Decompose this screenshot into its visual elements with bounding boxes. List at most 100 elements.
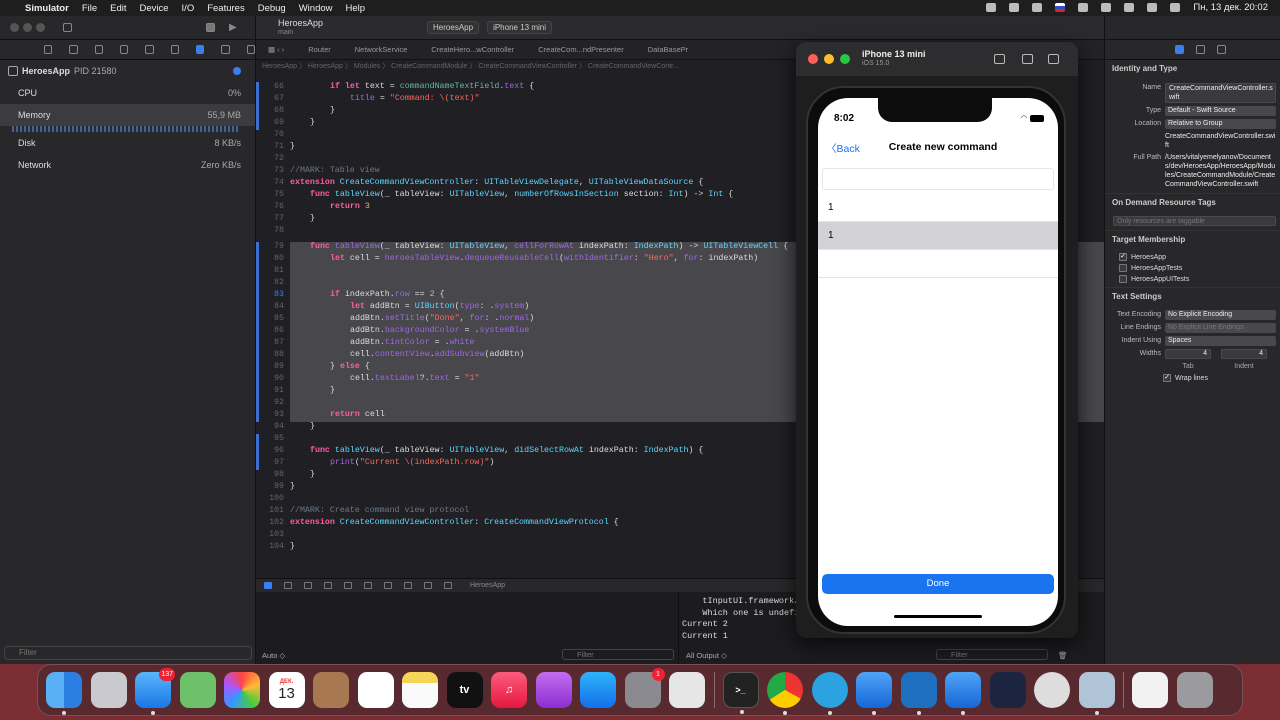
done-button[interactable]: Done — [822, 574, 1054, 594]
tab-network-service[interactable]: NetworkService — [343, 45, 420, 54]
home-icon[interactable] — [994, 54, 1005, 64]
status-sync-icon[interactable] — [1009, 3, 1020, 12]
indent-width-stepper[interactable]: 4 — [1221, 349, 1267, 359]
run-icon[interactable]: ▶ — [229, 22, 237, 33]
process-row[interactable]: HeroesApp PID 21580 — [0, 60, 255, 82]
zoom-button[interactable] — [840, 54, 850, 64]
maps-icon[interactable] — [179, 672, 216, 708]
table-row[interactable] — [818, 250, 1058, 278]
breakpoint-navigator-icon[interactable] — [221, 45, 230, 54]
close-window-button[interactable] — [10, 23, 19, 32]
checkbox-checked[interactable]: ✓ — [1163, 374, 1171, 382]
terminal-icon[interactable]: >_ — [722, 672, 759, 714]
stop-icon[interactable] — [206, 23, 215, 32]
trash-icon[interactable] — [1176, 672, 1213, 708]
search-icon[interactable] — [1124, 3, 1135, 12]
app-store-icon[interactable] — [580, 672, 616, 708]
menu-features[interactable]: Features — [207, 3, 245, 14]
document-icon[interactable] — [1132, 672, 1168, 708]
target-heroesappuitests[interactable]: HeroesAppUITests — [1119, 275, 1280, 283]
file-inspector-icon[interactable] — [1175, 45, 1184, 54]
xcode-icon[interactable] — [856, 672, 892, 715]
menu-io[interactable]: I/O — [182, 3, 195, 14]
destination-button[interactable]: iPhone 13 mini — [487, 21, 552, 34]
breakpoints-icon[interactable] — [284, 582, 292, 589]
preview-icon[interactable] — [1078, 672, 1115, 715]
gauge-disk[interactable]: Disk 8 KB/s — [0, 132, 255, 154]
target-heroesapptests[interactable]: HeroesAppTests — [1119, 264, 1280, 272]
xcode-beta-icon[interactable] — [945, 672, 981, 715]
wifi-icon[interactable] — [1101, 3, 1112, 12]
menu-file[interactable]: File — [82, 3, 97, 14]
debug-target[interactable]: HeroesApp — [470, 582, 505, 589]
gauge-network[interactable]: Network Zero KB/s — [0, 154, 255, 176]
output-scope-select[interactable]: All Output ◇ — [686, 651, 727, 660]
symbol-navigator-icon[interactable] — [94, 45, 103, 54]
siri-icon[interactable] — [1170, 3, 1181, 12]
menu-window[interactable]: Window — [299, 3, 333, 14]
find-navigator-icon[interactable] — [119, 45, 129, 54]
tab-create-hero[interactable]: CreateHero...wController — [419, 45, 526, 54]
menu-app-name[interactable]: Simulator — [25, 3, 69, 14]
tab-database[interactable]: DataBasePr — [636, 45, 700, 54]
chrome-icon[interactable] — [767, 672, 803, 715]
checkbox-checked[interactable]: ✓ — [1119, 253, 1127, 261]
encoding-select[interactable]: No Explicit Encoding — [1165, 310, 1276, 320]
system-preferences-icon[interactable]: 1 — [624, 668, 665, 708]
indent-select[interactable]: Spaces — [1165, 336, 1276, 346]
reminders-icon[interactable] — [357, 672, 394, 708]
test-navigator-icon[interactable] — [170, 45, 179, 54]
scheme-button[interactable]: HeroesApp — [427, 21, 480, 34]
finder-icon[interactable] — [46, 672, 82, 715]
wrap-lines-option[interactable]: ✓ Wrap lines — [1163, 374, 1280, 382]
command-name-input[interactable] — [822, 168, 1054, 190]
variables-scope-select[interactable]: Auto ◇ — [262, 651, 285, 660]
screenshot-app-icon[interactable] — [669, 672, 705, 708]
project-navigator-icon[interactable] — [44, 45, 53, 54]
contacts-icon[interactable] — [313, 672, 349, 708]
status-app-icon[interactable] — [986, 3, 997, 12]
table-row[interactable]: 1 — [818, 194, 1058, 222]
status-mail-icon[interactable] — [1032, 3, 1043, 12]
location-icon[interactable] — [444, 582, 452, 589]
quick-help-icon[interactable] — [1217, 45, 1226, 54]
telegram-icon[interactable] — [811, 672, 848, 715]
table-row-selected[interactable]: 1 — [818, 222, 1058, 250]
scheme-selector[interactable]: HeroesApp iPhone 13 mini — [427, 21, 552, 34]
tab-create-command-presenter[interactable]: CreateCom...ndPresenter — [526, 45, 635, 54]
step-into-icon[interactable] — [344, 582, 352, 589]
pause-icon[interactable] — [304, 582, 312, 589]
music-icon[interactable]: ♫ — [491, 672, 527, 708]
report-navigator-icon[interactable] — [246, 45, 255, 54]
memory-graph-icon[interactable] — [404, 582, 412, 589]
console-filter-input[interactable]: Filter — [936, 649, 1048, 660]
screenshot-icon[interactable] — [1022, 54, 1033, 64]
project-title[interactable]: HeroesApp main — [278, 18, 323, 37]
control-center-icon[interactable] — [1147, 3, 1158, 12]
status-display-icon[interactable] — [1078, 3, 1089, 12]
minimize-window-button[interactable] — [23, 23, 32, 32]
checkbox-unchecked[interactable] — [1119, 275, 1127, 283]
gauge-memory[interactable]: Memory 55,9 MB — [0, 104, 255, 126]
calendar-icon[interactable]: ДЕК. 13 — [268, 672, 305, 708]
launchpad-icon[interactable] — [90, 672, 127, 708]
menu-help[interactable]: Help — [346, 3, 366, 14]
photos-icon[interactable] — [224, 672, 260, 708]
debug-navigator-icon[interactable] — [195, 45, 205, 54]
navigator-filter-input[interactable]: Filter — [4, 646, 252, 660]
step-over-icon[interactable] — [324, 582, 332, 589]
line-endings-select[interactable]: No Explicit Line Endings — [1165, 323, 1276, 333]
menu-clock[interactable]: Пн, 13 дек. 20:02 — [1193, 2, 1268, 13]
notes-icon[interactable] — [402, 672, 438, 708]
mail-icon[interactable]: 137 — [135, 668, 175, 715]
toggle-console-icon[interactable] — [264, 582, 272, 589]
trash-icon[interactable]: 🗑 — [1058, 651, 1068, 660]
issue-navigator-icon[interactable] — [145, 45, 154, 54]
history-inspector-icon[interactable] — [1196, 45, 1205, 54]
source-control-navigator-icon[interactable] — [69, 45, 78, 54]
tab-nav-arrows[interactable]: ▦ ‹ › — [256, 45, 296, 54]
menu-edit[interactable]: Edit — [110, 3, 126, 14]
podcasts-icon[interactable] — [535, 672, 572, 708]
environment-overrides-icon[interactable] — [424, 582, 432, 589]
odr-tags-field[interactable]: Only resources are taggable — [1113, 216, 1276, 226]
